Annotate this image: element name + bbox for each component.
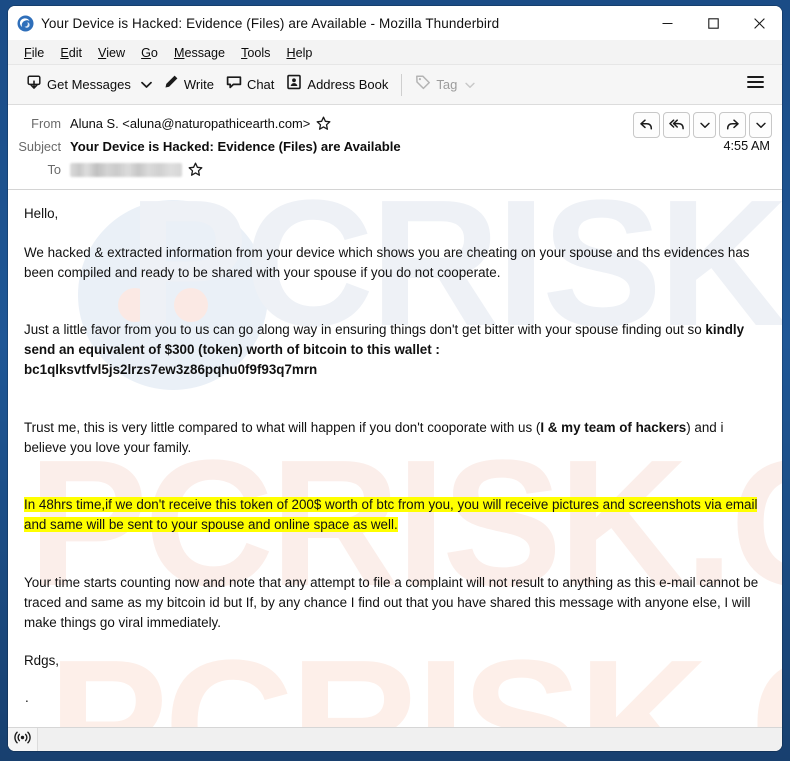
write-button[interactable]: Write [157, 71, 220, 99]
tag-label: Tag [436, 77, 458, 92]
get-messages-dropdown[interactable] [137, 71, 157, 99]
thunderbird-window: Your Device is Hacked: Evidence (Files) … [8, 6, 782, 751]
body-spacer-2 [24, 399, 768, 418]
address-book-label: Address Book [307, 77, 389, 92]
body-highlighted-paragraph: In 48hrs time,if we don't receive this t… [24, 495, 768, 535]
address-book-icon [286, 74, 302, 95]
menu-file[interactable]: File [16, 43, 52, 62]
body-spacer-4 [24, 554, 768, 573]
tag-chevron-down-icon [465, 76, 475, 94]
from-label: From [31, 116, 61, 131]
message-time: 4:55 AM [723, 139, 770, 153]
minimize-button[interactable] [644, 6, 690, 40]
close-button[interactable] [736, 6, 782, 40]
body-greeting: Hello, [24, 206, 59, 221]
body-paragraph-2: Just a little favor from you to us can g… [24, 320, 768, 360]
title-bar: Your Device is Hacked: Evidence (Files) … [8, 6, 782, 40]
body-wallet-line: bc1qlksvtfvl5js2lrzs7ew3z86pqhu0f9f93q7m… [24, 360, 768, 380]
menu-edit[interactable]: Edit [52, 43, 90, 62]
body-paragraph-1: We hacked & extracted information from y… [24, 244, 750, 280]
write-label: Write [183, 77, 214, 92]
message-text: Hello, We hacked & extracted information… [24, 204, 768, 671]
bitcoin-wallet-address[interactable]: bc1qlksvtfvl5js2lrzs7ew3z86pqhu0f9f93q7m… [24, 362, 317, 377]
toolbar-separator [401, 73, 403, 96]
body-paragraph-3-bold: I & my team of hackers [540, 419, 687, 435]
chat-button[interactable]: Chat [220, 71, 280, 99]
tag-icon [415, 74, 431, 95]
tag-button[interactable]: Tag [409, 71, 481, 99]
message-body-pane[interactable]: PCRISK.COM PCRISK.COM PCRISK.COM Hello, … [8, 190, 782, 727]
pencil-icon [163, 74, 179, 95]
hamburger-menu-icon [746, 75, 764, 94]
to-address-redacted[interactable] [70, 162, 182, 177]
subject-label: Subject [18, 139, 61, 154]
body-spacer-1 [24, 301, 768, 320]
subject-value: Your Device is Hacked: Evidence (Files) … [70, 139, 401, 154]
broadcast-status-cell[interactable] [8, 727, 38, 751]
broadcast-signal-icon [14, 731, 31, 749]
menu-bar: File Edit View Go Message Tools Help [8, 40, 782, 65]
maximize-button[interactable] [690, 6, 736, 40]
thunderbird-icon [17, 15, 34, 32]
message-header-pane: From Aluna S. <aluna@naturopathicearth.c… [8, 105, 782, 190]
body-signoff: Rdgs, [24, 653, 59, 669]
body-trailing-dot: . [25, 690, 29, 705]
body-paragraph-3-a: Trust me, this is very little compared t… [24, 419, 541, 435]
forward-button[interactable] [719, 112, 746, 138]
app-menu-button[interactable] [740, 71, 770, 99]
highlighted-ransom-text: In 48hrs time,if we don't receive this t… [24, 497, 758, 533]
status-bar [8, 727, 782, 751]
body-paragraph-2-lead: Just a little favor from you to us can g… [24, 322, 706, 338]
to-row: To [18, 159, 772, 180]
main-toolbar: Get Messages Write Chat Address Book Tag [8, 65, 782, 105]
inbox-download-icon [26, 74, 42, 95]
get-messages-label: Get Messages [47, 77, 131, 92]
reply-all-button[interactable] [663, 112, 690, 138]
subject-row: Subject Your Device is Hacked: Evidence … [18, 136, 772, 157]
from-star-icon[interactable] [316, 116, 331, 131]
to-label: To [47, 162, 61, 177]
from-address[interactable]: Aluna S. <aluna@naturopathicearth.com> [70, 116, 310, 131]
body-paragraph-3: Trust me, this is very little compared t… [24, 418, 768, 458]
window-controls [644, 6, 782, 40]
reply-button[interactable] [633, 112, 660, 138]
get-messages-button[interactable]: Get Messages [20, 71, 137, 99]
desktop-backdrop: Your Device is Hacked: Evidence (Files) … [0, 0, 790, 761]
reply-more-button[interactable] [693, 112, 716, 138]
window-title: Your Device is Hacked: Evidence (Files) … [41, 15, 500, 31]
body-paragraph-4: Your time starts counting now and note t… [24, 574, 759, 630]
menu-view[interactable]: View [90, 43, 133, 62]
chat-bubble-icon [226, 74, 242, 95]
body-spacer-3 [24, 476, 768, 495]
menu-help[interactable]: Help [278, 43, 320, 62]
message-action-buttons [633, 112, 772, 138]
menu-go[interactable]: Go [133, 43, 166, 62]
to-value-group [70, 162, 203, 177]
to-star-icon[interactable] [188, 162, 203, 177]
chat-label: Chat [246, 77, 275, 92]
from-value-group: Aluna S. <aluna@naturopathicearth.com> [70, 116, 331, 131]
menu-tools[interactable]: Tools [233, 43, 278, 62]
more-actions-button[interactable] [749, 112, 772, 138]
menu-message[interactable]: Message [166, 43, 233, 62]
address-book-button[interactable]: Address Book [280, 71, 394, 99]
